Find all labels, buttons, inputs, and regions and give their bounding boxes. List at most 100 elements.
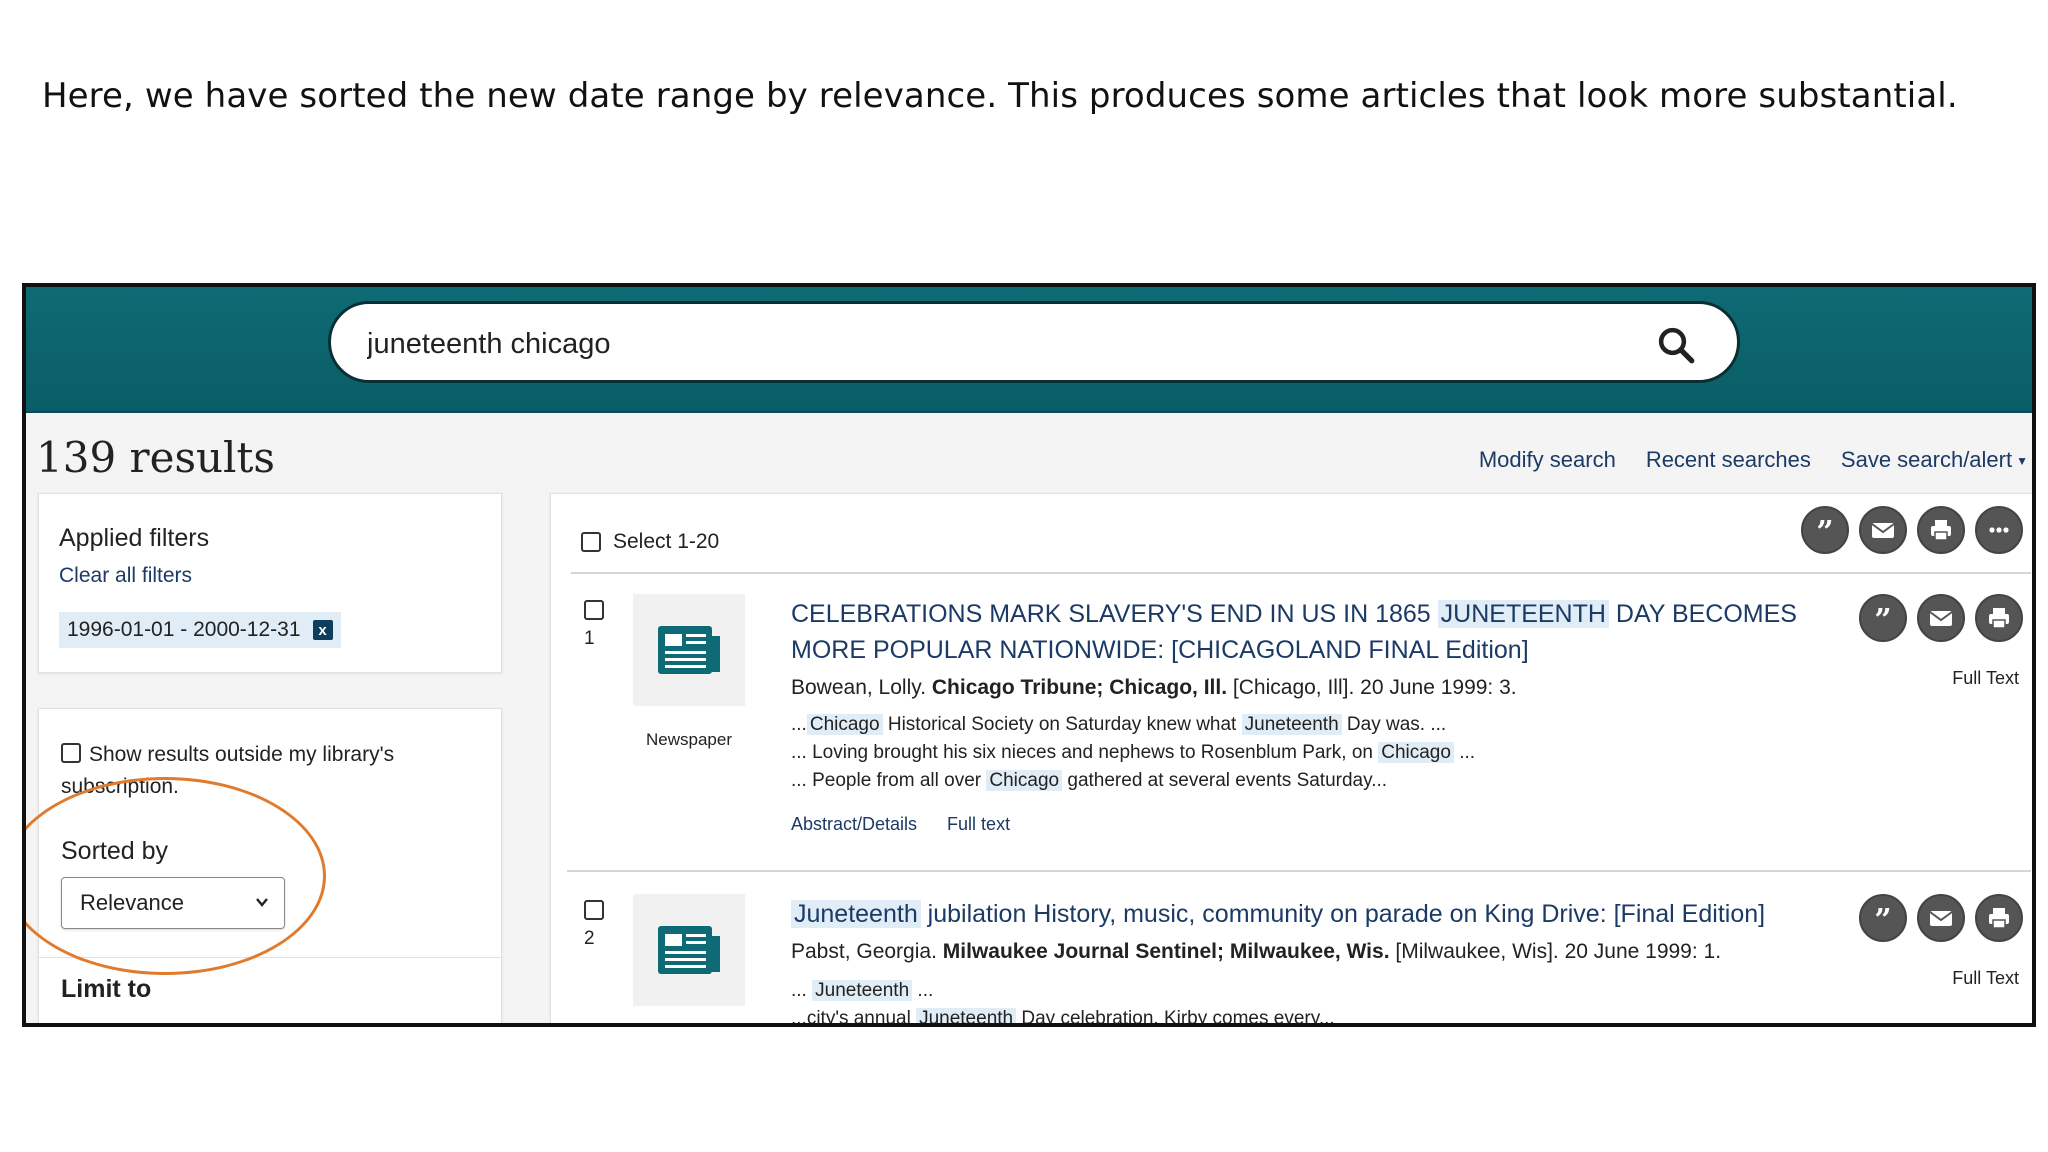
full-text-badge: Full Text <box>1952 968 2019 988</box>
citation-author: Pabst, Georgia. <box>791 940 937 963</box>
newspaper-thumbnail[interactable] <box>633 594 745 706</box>
result-citation: Bowean, Lolly. Chicago Tribune; Chicago,… <box>791 676 1517 700</box>
caret-down-icon: ▼ <box>2016 454 2028 469</box>
citation-author: Bowean, Lolly. <box>791 676 927 699</box>
cite-button[interactable]: ” <box>1859 894 1907 942</box>
snippet-highlight: Chicago <box>986 770 1063 791</box>
full-text-badge: Full Text <box>1952 668 2019 688</box>
document-type-label: Newspaper <box>646 730 732 749</box>
save-search-alert-menu[interactable]: Save search/alert ▼ <box>1841 447 2028 473</box>
snippet-text: ... <box>791 714 807 735</box>
snippet-text: ... <box>912 980 934 1001</box>
save-search-label: Save search/alert <box>1840 447 2013 472</box>
quote-icon: ” <box>1874 603 1891 633</box>
date-range-chip-label: 1996-01-01 - 2000-12-31 <box>67 618 301 641</box>
title-text: CELEBRATIONS MARK SLAVERY'S END IN US IN… <box>791 600 1438 628</box>
toolbar-divider <box>571 572 2031 574</box>
result-divider <box>567 870 2031 872</box>
search-actions: Modify search Recent searches Save searc… <box>1479 447 2028 473</box>
cite-button[interactable]: ” <box>1801 506 1849 554</box>
snippet-highlight: Chicago <box>806 714 883 735</box>
result-snippet: ...city's annual Juneteenth Day celebrat… <box>791 1008 1335 1027</box>
result-actions: ” <box>1859 894 2023 942</box>
email-button[interactable] <box>1859 506 1907 554</box>
result-checkbox[interactable] <box>584 900 604 920</box>
result-checkbox[interactable] <box>584 600 604 620</box>
screenshot-frame: 139 results Modify search Recent searche… <box>22 283 2036 1027</box>
print-button[interactable] <box>1975 894 2023 942</box>
abstract-details-link[interactable]: Abstract/Details <box>791 814 917 835</box>
clear-all-filters-link[interactable]: Clear all filters <box>59 564 192 588</box>
quote-icon: ” <box>1816 515 1833 545</box>
result-snippet: ... Chicago Historical Society on Saturda… <box>791 714 1446 736</box>
result-title-link[interactable]: Juneteenth jubilation History, music, co… <box>791 896 1801 932</box>
email-button[interactable] <box>1917 894 1965 942</box>
date-range-filter-chip: 1996-01-01 - 2000-12-31 x <box>59 612 341 648</box>
result-snippet: ... Loving brought his six nieces and ne… <box>791 742 1475 764</box>
print-button[interactable] <box>1917 506 1965 554</box>
recent-searches-link[interactable]: Recent searches <box>1646 447 1811 473</box>
snippet-text: ... Loving brought his six nieces and ne… <box>791 742 1379 763</box>
result-snippet: ... Juneteenth ... <box>791 980 933 1002</box>
print-icon <box>1931 520 1951 541</box>
modify-search-link[interactable]: Modify search <box>1479 447 1616 473</box>
result-number: 1 <box>584 628 595 649</box>
bulk-actions: ” <box>1801 506 2023 554</box>
citation-publication: Chicago Tribune; Chicago, Ill. <box>931 676 1228 699</box>
snippet-text: Day celebration. Kirby comes every... <box>1016 1008 1335 1027</box>
svg-text:”: ” <box>1874 603 1891 633</box>
email-button[interactable] <box>1917 594 1965 642</box>
snippet-text: Historical Society on Saturday knew what <box>882 714 1242 735</box>
more-actions-button[interactable] <box>1975 506 2023 554</box>
applied-filters-heading: Applied filters <box>59 524 210 552</box>
result-actions: ” <box>1859 594 2023 642</box>
snippet-text: ... People from all over <box>791 770 987 791</box>
snippet-text: gathered at several events Saturday... <box>1062 770 1388 791</box>
search-input[interactable] <box>367 322 1617 366</box>
svg-text:”: ” <box>1816 515 1833 545</box>
snippet-text: ...city's annual <box>791 1008 917 1027</box>
svg-text:”: ” <box>1874 903 1891 933</box>
citation-details: [Chicago, Ill]. 20 June 1999: 3. <box>1232 676 1517 699</box>
result-title-link[interactable]: CELEBRATIONS MARK SLAVERY'S END IN US IN… <box>791 596 1801 668</box>
title-text: jubilation History, music, community on … <box>920 900 1766 928</box>
newspaper-thumbnail[interactable] <box>633 894 745 1006</box>
applied-filters-panel: Applied filters Clear all filters 1996-0… <box>38 493 502 673</box>
citation-publication: Milwaukee Journal Sentinel; Milwaukee, W… <box>942 940 1390 963</box>
title-highlight: JUNETEENTH <box>1437 600 1609 628</box>
snippet-text: ... <box>791 980 813 1001</box>
outside-subscription-checkbox[interactable] <box>61 743 81 764</box>
more-icon <box>1989 527 2009 533</box>
results-list: Select 1-20 ” 1 Newspaper CELEBRATIONS M… <box>550 493 2032 1027</box>
print-icon <box>1989 608 2009 629</box>
email-icon <box>1871 523 1895 538</box>
snippet-highlight: Juneteenth <box>1241 714 1342 735</box>
print-button[interactable] <box>1975 594 2023 642</box>
quote-icon: ” <box>1874 903 1891 933</box>
remove-filter-icon[interactable]: x <box>312 620 333 640</box>
title-highlight: Juneteenth <box>791 900 921 928</box>
search-icon[interactable] <box>1655 324 1697 366</box>
cite-button[interactable]: ” <box>1859 594 1907 642</box>
email-icon <box>1929 611 1953 626</box>
result-links: Abstract/Details Full text <box>791 814 1010 835</box>
snippet-text: Day was. ... <box>1341 714 1447 735</box>
newspaper-icon <box>658 926 720 974</box>
full-text-link[interactable]: Full text <box>947 814 1010 835</box>
snippet-highlight: Juneteenth <box>916 1008 1017 1023</box>
results-count: 139 results <box>36 433 275 482</box>
search-box[interactable] <box>328 301 1740 383</box>
select-all-label: Select 1-20 <box>613 530 720 553</box>
snippet-text: ... <box>1453 742 1476 763</box>
newspaper-icon <box>658 626 720 674</box>
print-icon <box>1989 908 2009 929</box>
search-banner <box>26 287 2032 413</box>
email-icon <box>1929 911 1953 926</box>
select-all-control[interactable]: Select 1-20 <box>581 530 719 554</box>
result-number: 2 <box>584 928 595 949</box>
snippet-highlight: Juneteenth <box>812 980 913 1001</box>
limit-to-heading: Limit to <box>61 975 152 1003</box>
citation-details: [Milwaukee, Wis]. 20 June 1999: 1. <box>1395 940 1722 963</box>
result-snippet: ... People from all over Chicago gathere… <box>791 770 1387 792</box>
select-all-checkbox[interactable] <box>581 532 601 552</box>
